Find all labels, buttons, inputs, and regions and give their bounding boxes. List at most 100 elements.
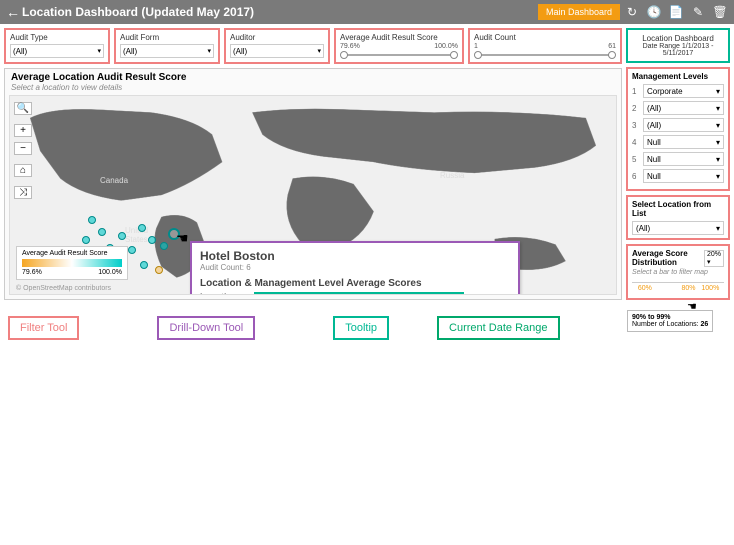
legend-min: 79.6%	[22, 269, 42, 276]
mgmt-level-select[interactable]: Null▾	[643, 169, 724, 183]
header-bar: ← Location Dashboard (Updated May 2017) …	[0, 0, 734, 24]
dist-tooltip-range: 90% to 99%	[632, 314, 671, 321]
map-label-russia: Russia	[440, 171, 464, 180]
slider-handle-max[interactable]	[450, 51, 458, 59]
mgmt-row: 2 (All)▾	[632, 101, 724, 115]
select-value: (All)	[233, 47, 247, 56]
map-marker[interactable]	[155, 266, 163, 274]
chevron-down-icon: ▾	[716, 121, 720, 130]
select-location-title: Select Location from List	[632, 200, 724, 218]
map-marker[interactable]	[88, 216, 96, 224]
map-pan-icon[interactable]: ⤨	[14, 186, 32, 199]
mgmt-level-number: 1	[632, 87, 640, 96]
date-range-value: Date Range 1/1/2013 - 5/11/2017	[632, 43, 724, 57]
map-marker[interactable]	[118, 232, 126, 240]
slider-handle-min[interactable]	[340, 51, 348, 59]
drilldown-tooltip: Hotel Boston Audit Count: 6 Location & M…	[190, 241, 520, 295]
annotations-row: Filter Tool Drill-Down Tool Tooltip Curr…	[0, 310, 734, 346]
chevron-down-icon: ▾	[716, 138, 720, 147]
chevron-down-icon: ▾	[716, 224, 720, 233]
annotation-filter: Filter Tool	[8, 316, 79, 340]
select-value: Null	[647, 138, 661, 147]
select-value: (All)	[647, 104, 661, 113]
filter-auditor: Auditor (All) ▾	[224, 28, 330, 64]
mgmt-row: 4 Null▾	[632, 135, 724, 149]
map-marker[interactable]	[160, 242, 168, 250]
audit-count-slider[interactable]	[474, 51, 616, 59]
mgmt-row: 6 Null▾	[632, 169, 724, 183]
mgmt-title: Management Levels	[632, 72, 724, 81]
tooltip-row-bar	[254, 292, 464, 295]
dist-xlabel: 80%	[681, 285, 695, 292]
chevron-down-icon: ▾	[716, 155, 720, 164]
range-max: 100.0%	[434, 43, 458, 50]
chevron-down-icon: ▾	[317, 47, 321, 55]
mgmt-level-select[interactable]: (All)▾	[643, 101, 724, 115]
tooltip-row-value: (96.0%)	[470, 293, 498, 296]
distribution-bucket-select[interactable]: 20% ▾	[704, 250, 724, 267]
slider-handle-min[interactable]	[474, 51, 482, 59]
audit-type-select[interactable]: (All) ▾	[10, 44, 104, 58]
map-marker[interactable]	[82, 236, 90, 244]
legend-max: 100.0%	[98, 269, 122, 276]
annotation-tooltip: Tooltip	[333, 316, 389, 340]
audit-form-select[interactable]: (All) ▾	[120, 44, 214, 58]
map-subtitle: Select a location to view details	[5, 83, 621, 95]
tooltip-audit-count: Audit Count: 6	[200, 263, 510, 272]
file-icon[interactable]: 📄	[666, 2, 686, 22]
map-area[interactable]: 🔍 + − ⌂ ⤨ Canada United States Russia	[9, 95, 617, 295]
map-zoom-in[interactable]: +	[14, 124, 32, 137]
dist-xlabel: 100%	[701, 285, 719, 292]
chevron-down-icon: ▾	[97, 47, 101, 55]
annotation-daterange: Current Date Range	[437, 316, 559, 340]
select-location-dropdown[interactable]: (All) ▾	[632, 221, 724, 235]
chevron-down-icon: ▾	[716, 87, 720, 96]
tooltip-score-row: Location: (96.0%)	[200, 292, 510, 295]
back-arrow-icon[interactable]: ←	[4, 4, 22, 20]
auditor-select[interactable]: (All) ▾	[230, 44, 324, 58]
refresh-icon[interactable]: ↻	[622, 2, 642, 22]
slider-handle-max[interactable]	[608, 51, 616, 59]
legend-gradient	[22, 259, 122, 267]
map-attribution: © OpenStreetMap contributors	[16, 285, 111, 292]
mgmt-level-select[interactable]: Null ▾	[643, 135, 724, 149]
select-location-box: Select Location from List (All) ▾	[626, 195, 730, 240]
filter-label: Auditor	[230, 33, 324, 42]
map-search-icon[interactable]: 🔍	[14, 102, 32, 115]
edit-icon[interactable]: ✎	[688, 2, 708, 22]
chevron-down-icon: ▾	[207, 47, 211, 55]
distribution-chart: ☚ 90% to 99% Number of Locations: 26 60%…	[632, 282, 724, 283]
map-marker[interactable]	[98, 228, 106, 236]
filter-audit-type: Audit Type (All) ▾	[4, 28, 110, 64]
filter-label: Audit Count	[474, 33, 616, 42]
range-min: 79.6%	[340, 43, 360, 50]
filter-audit-form: Audit Form (All) ▾	[114, 28, 220, 64]
map-title: Average Location Audit Result Score	[5, 69, 621, 83]
map-marker[interactable]	[138, 224, 146, 232]
map-marker[interactable]	[128, 246, 136, 254]
map-home-icon[interactable]: ⌂	[14, 164, 32, 177]
mgmt-level-number: 5	[632, 155, 640, 164]
date-range-title: Location Dashboard	[632, 34, 724, 43]
map-marker[interactable]	[148, 236, 156, 244]
map-marker[interactable]	[140, 261, 148, 269]
map-marker-selected[interactable]	[168, 228, 180, 240]
filters-row: Audit Type (All) ▾ Audit Form (All) ▾ Au…	[4, 28, 622, 64]
clock-icon[interactable]: 🕓	[644, 2, 664, 22]
select-value: (All)	[636, 224, 650, 233]
range-min: 1	[474, 43, 478, 50]
tooltip-hotel-name: Hotel Boston	[200, 249, 510, 263]
management-levels-box: Management Levels 1 Corporate▾2 (All)▾3 …	[626, 67, 730, 191]
distribution-tooltip: 90% to 99% Number of Locations: 26	[627, 310, 713, 332]
map-zoom-out[interactable]: −	[14, 142, 32, 155]
avg-score-slider[interactable]	[340, 51, 458, 59]
main-dashboard-button[interactable]: Main Dashboard	[538, 4, 620, 20]
mgmt-level-select[interactable]: Corporate▾	[643, 84, 724, 98]
mgmt-level-select[interactable]: Null▾	[643, 152, 724, 166]
distribution-subtitle: Select a bar to filter map	[632, 269, 724, 276]
mgmt-level-select[interactable]: (All)▾	[643, 118, 724, 132]
trash-icon[interactable]: 🗑	[710, 2, 730, 22]
date-range-box: Location Dashboard Date Range 1/1/2013 -…	[626, 28, 730, 63]
distribution-title: Average Score Distribution	[632, 249, 704, 267]
map-label-canada: Canada	[100, 176, 128, 185]
